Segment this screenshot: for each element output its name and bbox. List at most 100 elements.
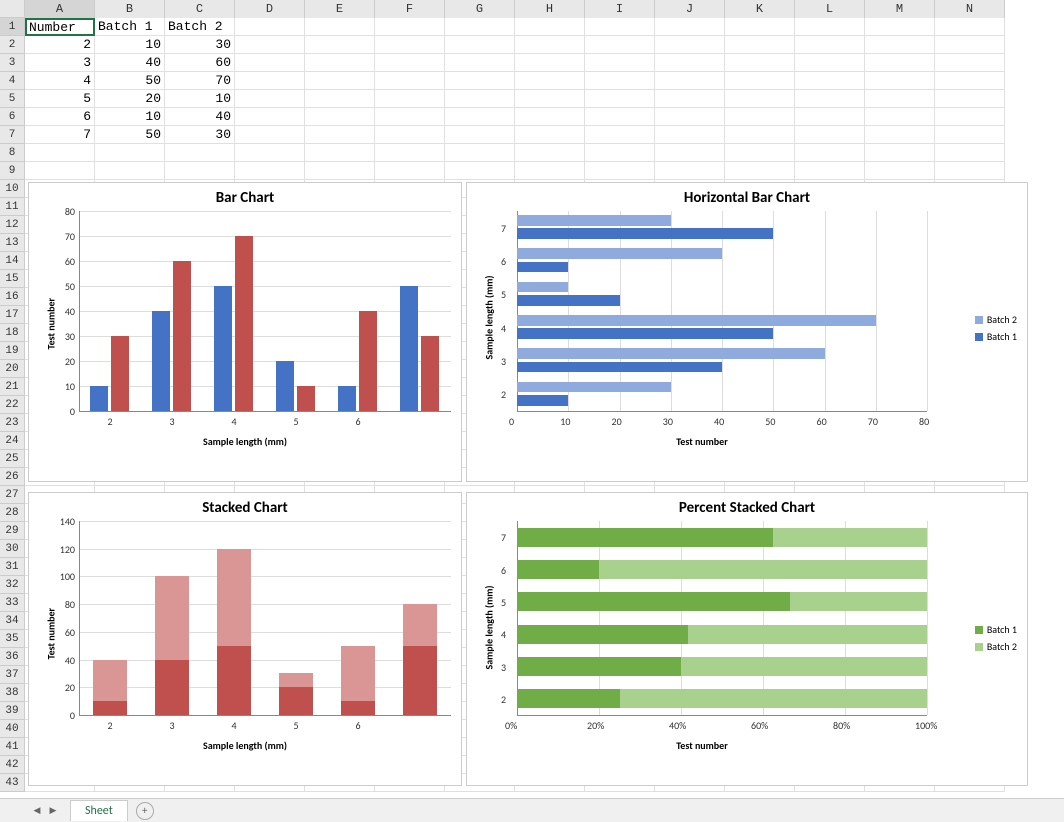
cell[interactable] [585,18,655,36]
column-header[interactable]: J [655,0,725,18]
row-header[interactable]: 34 [0,612,25,630]
cell[interactable] [445,18,515,36]
cell[interactable] [935,162,1005,180]
cell[interactable]: 50 [95,72,165,90]
cell[interactable] [865,90,935,108]
cell[interactable] [515,72,585,90]
cell[interactable]: 7 [25,126,95,144]
cell[interactable] [725,162,795,180]
row-header[interactable]: 26 [0,468,25,486]
cell[interactable] [865,108,935,126]
row-header[interactable]: 36 [0,648,25,666]
cell[interactable]: Batch 2 [165,18,235,36]
cell[interactable] [935,72,1005,90]
cell[interactable] [725,54,795,72]
cell[interactable] [655,36,725,54]
cell[interactable] [375,54,445,72]
cell[interactable] [655,108,725,126]
cell[interactable] [585,144,655,162]
cell[interactable] [655,18,725,36]
row-header[interactable]: 18 [0,324,25,342]
cell[interactable] [445,54,515,72]
cell[interactable] [445,72,515,90]
cell[interactable] [865,144,935,162]
row-header[interactable]: 23 [0,414,25,432]
cell[interactable] [865,54,935,72]
row-header[interactable]: 16 [0,288,25,306]
cell[interactable] [935,108,1005,126]
cell[interactable]: 10 [95,36,165,54]
row-header[interactable]: 39 [0,702,25,720]
cell[interactable] [445,144,515,162]
cell[interactable]: 40 [165,108,235,126]
cell[interactable]: 40 [95,54,165,72]
row-header[interactable]: 35 [0,630,25,648]
row-header[interactable]: 9 [0,162,25,180]
row-header[interactable]: 30 [0,540,25,558]
cell[interactable] [375,144,445,162]
row-header[interactable]: 43 [0,774,25,792]
cell[interactable] [165,162,235,180]
cell[interactable] [305,144,375,162]
cell[interactable] [305,126,375,144]
column-header[interactable]: I [585,0,655,18]
cell[interactable] [585,90,655,108]
cell[interactable] [375,108,445,126]
row-header[interactable]: 17 [0,306,25,324]
cell[interactable] [95,144,165,162]
cell[interactable]: 5 [25,90,95,108]
cell[interactable] [585,36,655,54]
add-sheet-icon[interactable]: + [136,802,154,820]
row-header[interactable]: 6 [0,108,25,126]
cell[interactable] [865,36,935,54]
cell[interactable] [235,90,305,108]
cell[interactable] [585,72,655,90]
cell[interactable] [515,126,585,144]
cell[interactable] [235,162,305,180]
cell[interactable] [725,72,795,90]
cell[interactable] [655,162,725,180]
cell[interactable] [375,126,445,144]
row-header[interactable]: 41 [0,738,25,756]
cell[interactable]: 60 [165,54,235,72]
row-header[interactable]: 19 [0,342,25,360]
row-header[interactable]: 11 [0,198,25,216]
column-header[interactable]: H [515,0,585,18]
cell[interactable]: 30 [165,36,235,54]
cell[interactable] [725,36,795,54]
cell[interactable]: 20 [95,90,165,108]
row-header[interactable]: 31 [0,558,25,576]
cell[interactable] [375,90,445,108]
cell[interactable] [865,162,935,180]
cell[interactable]: 30 [165,126,235,144]
cell[interactable] [445,108,515,126]
cell[interactable] [655,144,725,162]
row-header[interactable]: 5 [0,90,25,108]
row-header[interactable]: 33 [0,594,25,612]
row-header[interactable]: 21 [0,378,25,396]
row-header[interactable]: 38 [0,684,25,702]
chart-pstacked[interactable]: Percent Stacked Chart Sample length (mm)… [466,492,1028,786]
cell[interactable] [235,54,305,72]
row-header[interactable]: 24 [0,432,25,450]
cell[interactable]: 4 [25,72,95,90]
cell[interactable] [795,18,865,36]
cell[interactable] [585,108,655,126]
cell[interactable] [795,144,865,162]
cell[interactable] [935,144,1005,162]
row-header[interactable]: 14 [0,252,25,270]
cell[interactable] [235,144,305,162]
tab-nav-next-icon[interactable]: ▶ [46,804,60,818]
chart-stacked[interactable]: Stacked Chart Test number 02040608010012… [28,492,462,786]
cell[interactable] [725,108,795,126]
row-header[interactable]: 3 [0,54,25,72]
cell[interactable]: 70 [165,72,235,90]
cell[interactable] [375,162,445,180]
cell[interactable] [375,36,445,54]
row-header[interactable]: 4 [0,72,25,90]
cell[interactable] [305,18,375,36]
cell[interactable]: 2 [25,36,95,54]
cell[interactable] [375,72,445,90]
row-header[interactable]: 27 [0,486,25,504]
cell[interactable]: Batch 1 [95,18,165,36]
